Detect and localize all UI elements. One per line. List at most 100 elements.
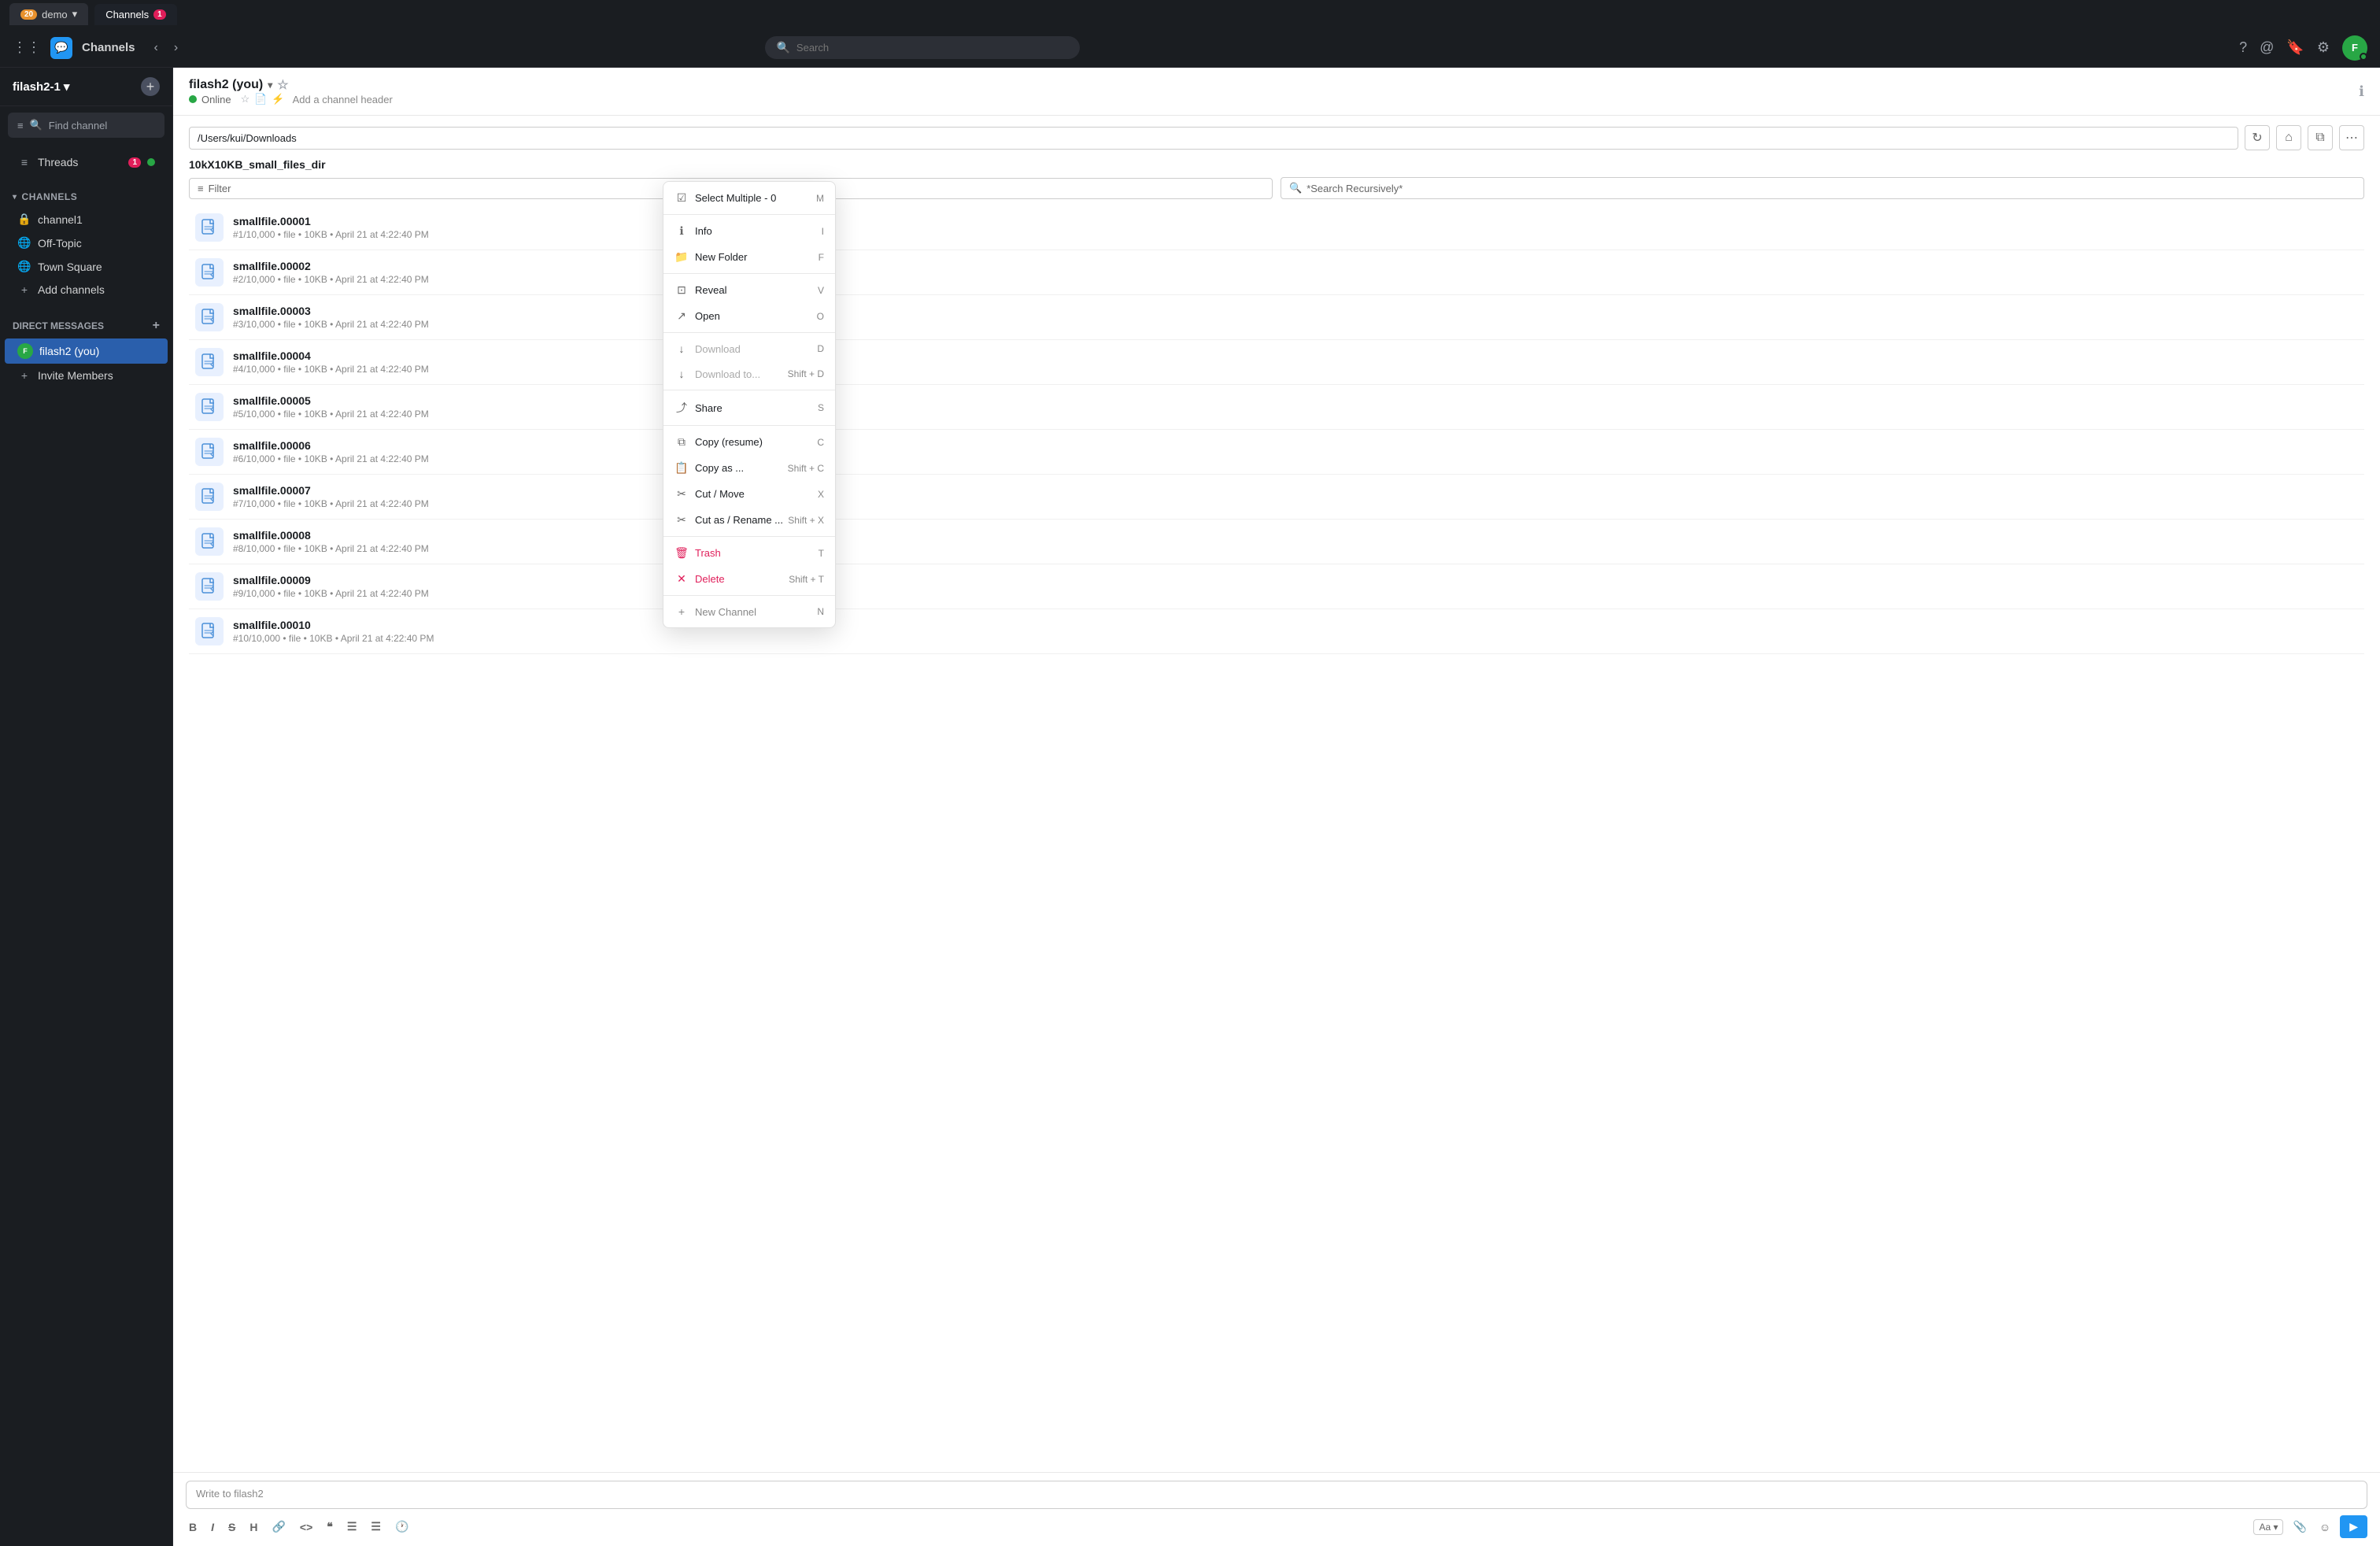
channel-actions: ℹ	[2359, 83, 2364, 100]
grid-icon[interactable]: ⋮⋮	[13, 39, 41, 56]
filash2-label: filash2 (you)	[39, 345, 155, 357]
context-menu-item[interactable]: ℹ Info I	[663, 218, 835, 244]
file-path-input[interactable]	[189, 127, 2238, 150]
file-browser: ↻ ⌂ ⧉ ⋯ 10kX10KB_small_files_dir ≡ Filte…	[173, 116, 2380, 1472]
ctx-label: New Channel	[695, 606, 756, 618]
more-options-button[interactable]: ⋯	[2339, 125, 2364, 150]
file-meta: #8/10,000 • file • 10KB • April 21 at 4:…	[233, 543, 2358, 554]
find-channel-search[interactable]: ≡ 🔍 Find channel	[8, 113, 164, 138]
channels-section-header[interactable]: ▾ CHANNELS	[0, 187, 172, 207]
add-workspace-button[interactable]: +	[141, 77, 160, 96]
os-tab-channels[interactable]: Channels 1	[94, 4, 177, 25]
file-name: smallfile.00007	[233, 484, 2358, 497]
context-menu-item[interactable]: 📋 Copy as ... Shift + C	[663, 455, 835, 481]
nav-back-button[interactable]: ‹	[151, 38, 161, 58]
file-info: smallfile.00006 #6/10,000 • file • 10KB …	[233, 439, 2358, 464]
emoji-button[interactable]: ☺	[2316, 1519, 2334, 1535]
context-menu-item[interactable]: 📁 New Folder F	[663, 244, 835, 270]
context-menu-item[interactable]: ⤴ Share S	[663, 394, 835, 422]
context-menu-item[interactable]: ⊡ Reveal V	[663, 277, 835, 303]
context-menu-item[interactable]: + New Channel N	[663, 599, 835, 624]
ctx-icon: ↗	[674, 309, 689, 323]
file-meta: #3/10,000 • file • 10KB • April 21 at 4:…	[233, 319, 2358, 330]
clock-button[interactable]: 🕐	[392, 1518, 412, 1535]
recursive-search-input[interactable]: 🔍 *Search Recursively*	[1281, 177, 2364, 199]
sidebar-item-channel1[interactable]: 🔒 channel1	[5, 208, 168, 231]
file-item[interactable]: smallfile.00002 #2/10,000 • file • 10KB …	[189, 250, 2364, 295]
help-button[interactable]: ?	[2239, 39, 2247, 56]
ctx-icon: 📋	[674, 461, 689, 475]
file-name: smallfile.00008	[233, 529, 2358, 542]
channels-badge: 1	[153, 9, 166, 20]
context-menu-divider	[663, 425, 835, 426]
font-size-control[interactable]: Aa ▾	[2253, 1519, 2283, 1535]
context-menu-item[interactable]: ⧉ Copy (resume) C	[663, 429, 835, 455]
sidebar-item-filash2[interactable]: F filash2 (you)	[5, 338, 168, 364]
file-item[interactable]: smallfile.00006 #6/10,000 • file • 10KB …	[189, 430, 2364, 475]
nav-forward-button[interactable]: ›	[171, 38, 181, 58]
search-input[interactable]	[796, 42, 1070, 54]
mention-button[interactable]: @	[2260, 39, 2274, 56]
ul-button[interactable]: ☰	[344, 1518, 360, 1535]
sidebar-item-town-square[interactable]: 🌐 Town Square	[5, 255, 168, 278]
settings-button[interactable]: ⚙	[2317, 39, 2330, 56]
channels-tab-label: Channels	[105, 9, 149, 20]
channel-star-icon[interactable]: ☆	[277, 77, 288, 93]
sidebar-header: filash2-1 ▾ +	[0, 68, 172, 106]
file-item[interactable]: smallfile.00004 #4/10,000 • file • 10KB …	[189, 340, 2364, 385]
file-item[interactable]: smallfile.00005 #5/10,000 • file • 10KB …	[189, 385, 2364, 430]
dm-section-header[interactable]: DIRECT MESSAGES +	[0, 314, 172, 338]
context-menu-item[interactable]: ✂ Cut as / Rename ... Shift + X	[663, 507, 835, 533]
refresh-button[interactable]: ↻	[2245, 125, 2270, 150]
ol-button[interactable]: ☰	[368, 1518, 384, 1535]
file-item[interactable]: smallfile.00009 #9/10,000 • file • 10KB …	[189, 564, 2364, 609]
strikethrough-button[interactable]: S	[225, 1519, 238, 1535]
bookmark-button[interactable]: 🔖	[2286, 39, 2304, 56]
ctx-shortcut: Shift + X	[788, 515, 824, 526]
avatar[interactable]: F	[2342, 35, 2367, 61]
file-item[interactable]: smallfile.00001 #1/10,000 • file • 10KB …	[189, 205, 2364, 250]
file-item[interactable]: smallfile.00008 #8/10,000 • file • 10KB …	[189, 520, 2364, 564]
send-button[interactable]: ▶	[2340, 1515, 2367, 1538]
context-menu-item[interactable]: ✂ Cut / Move X	[663, 481, 835, 507]
ctx-icon: +	[674, 605, 689, 618]
message-input[interactable]: Write to filash2	[186, 1481, 2367, 1509]
channel-info-button[interactable]: ℹ	[2359, 83, 2364, 100]
context-menu-item[interactable]: ↗ Open O	[663, 303, 835, 329]
link-button[interactable]: 🔗	[268, 1518, 288, 1535]
search-bar[interactable]: 🔍	[765, 36, 1080, 59]
add-channel-header[interactable]: Add a channel header	[293, 94, 393, 105]
attachment-button[interactable]: 📎	[2289, 1518, 2309, 1535]
heading-button[interactable]: H	[246, 1519, 261, 1535]
dm-add-button[interactable]: +	[153, 319, 160, 333]
file-icon	[195, 393, 224, 421]
context-menu-item[interactable]: 🗑 Trash T	[663, 540, 835, 566]
ctx-label: Select Multiple - 0	[695, 192, 776, 204]
sidebar-item-off-topic[interactable]: 🌐 Off-Topic	[5, 231, 168, 254]
sidebar-item-threads[interactable]: ≡ Threads 1	[5, 151, 168, 173]
workspace-name[interactable]: filash2-1 ▾	[13, 80, 69, 94]
home-button[interactable]: ⌂	[2276, 125, 2301, 150]
search-icon: 🔍	[776, 41, 789, 54]
ctx-label: Trash	[695, 547, 721, 559]
context-menu-item[interactable]: ✕ Delete Shift + T	[663, 566, 835, 592]
file-item[interactable]: smallfile.00003 #3/10,000 • file • 10KB …	[189, 295, 2364, 340]
lock-icon: 🔒	[17, 213, 31, 226]
file-item[interactable]: smallfile.00010 #10/10,000 • file • 10KB…	[189, 609, 2364, 654]
code-button[interactable]: <>	[297, 1519, 316, 1535]
copy-path-button[interactable]: ⧉	[2308, 125, 2333, 150]
ctx-shortcut: V	[818, 285, 824, 296]
file-meta: #1/10,000 • file • 10KB • April 21 at 4:…	[233, 229, 2358, 240]
channel-chevron[interactable]: ▾	[268, 80, 272, 91]
ctx-icon: ✂	[674, 487, 689, 501]
sidebar-item-add-channels[interactable]: + Add channels	[5, 279, 168, 301]
ctx-label: Info	[695, 225, 712, 237]
blockquote-button[interactable]: ❝	[323, 1518, 336, 1535]
file-item[interactable]: smallfile.00007 #7/10,000 • file • 10KB …	[189, 475, 2364, 520]
italic-button[interactable]: I	[208, 1519, 217, 1535]
bold-button[interactable]: B	[186, 1519, 200, 1535]
channels-section-label: CHANNELS	[22, 191, 78, 202]
os-tab-demo[interactable]: 20 demo ▾	[9, 3, 88, 25]
sidebar-item-invite[interactable]: + Invite Members	[5, 364, 168, 386]
context-menu-item[interactable]: ☑ Select Multiple - 0 M	[663, 185, 835, 211]
